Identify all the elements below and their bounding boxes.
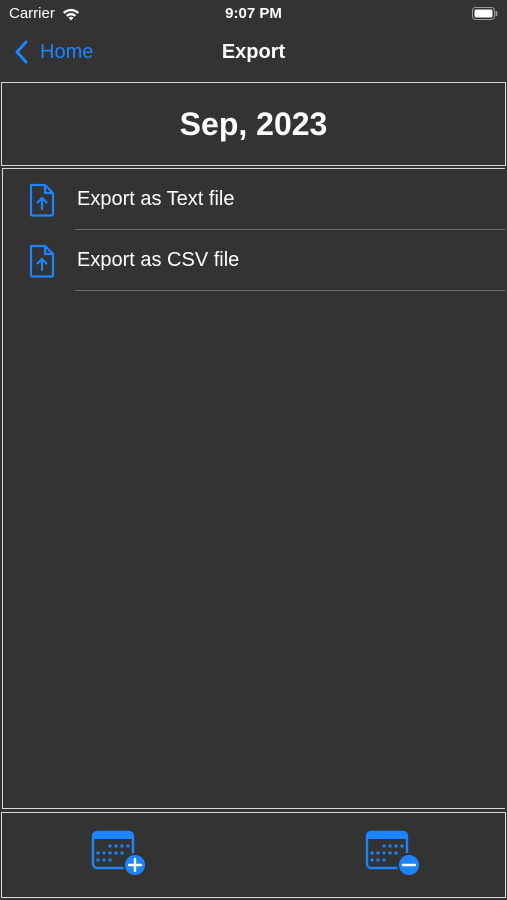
export-text-file-item[interactable]: Export as Text file <box>3 169 505 230</box>
calendar-remove-icon[interactable] <box>364 829 424 879</box>
list-separator <box>75 290 505 291</box>
export-options-list: Export as Text file Export as CSV file <box>2 168 505 809</box>
status-time: 9:07 PM <box>225 5 282 22</box>
status-bar: Carrier 9:07 PM <box>0 0 507 28</box>
export-screen: Carrier 9:07 PM Home Export Sep, 2023 Ex… <box>0 0 507 900</box>
file-upload-icon <box>29 183 55 217</box>
calendar-add-icon[interactable] <box>90 829 150 879</box>
month-header: Sep, 2023 <box>1 82 506 166</box>
month-title: Sep, 2023 <box>179 105 328 142</box>
export-csv-file-label: Export as CSV file <box>77 249 240 271</box>
export-text-file-label: Export as Text file <box>77 188 235 210</box>
navigation-bar: Home Export <box>0 28 507 80</box>
export-csv-file-item[interactable]: Export as CSV file <box>3 230 505 291</box>
page-title: Export <box>221 41 286 63</box>
bottom-toolbar <box>1 812 506 898</box>
battery-icon <box>472 7 498 20</box>
file-upload-icon <box>29 244 55 278</box>
